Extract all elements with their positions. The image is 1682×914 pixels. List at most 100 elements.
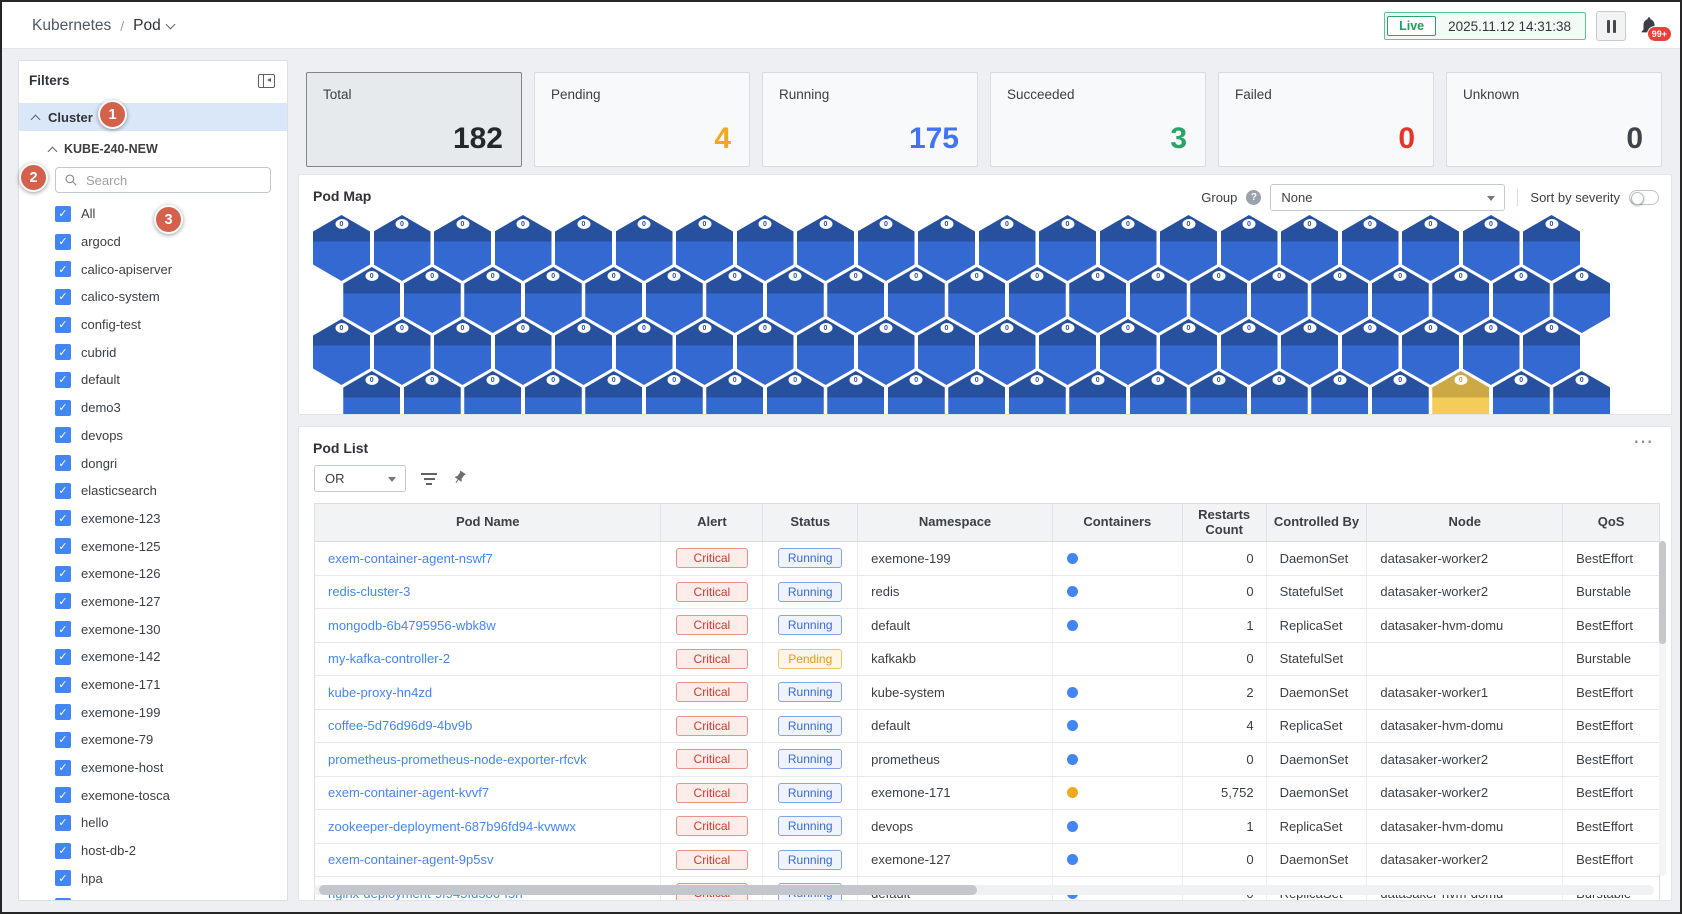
checkbox-checked-icon[interactable]: ✓ — [55, 455, 71, 472]
pod-name-link[interactable]: exem-container-agent-kvvf7 — [328, 785, 489, 800]
pod-hexagon[interactable]: 0 — [1462, 215, 1520, 281]
help-icon[interactable]: ? — [1246, 190, 1262, 205]
column-header-controlled-by[interactable]: Controlled By — [1267, 504, 1368, 541]
pod-hexagon[interactable]: 0 — [1039, 319, 1096, 385]
pod-hexagon[interactable]: 0 — [857, 319, 915, 385]
checkbox-checked-icon[interactable]: ✓ — [55, 704, 71, 721]
pod-hexagon[interactable]: 0 — [313, 319, 370, 385]
pod-hexagon[interactable]: 0 — [434, 319, 491, 385]
checkbox-checked-icon[interactable]: ✓ — [55, 371, 71, 388]
pod-hexagon[interactable]: 0 — [766, 267, 824, 333]
pod-hexagon[interactable]: 0 — [676, 215, 733, 281]
pod-hexagon[interactable]: 0 — [343, 267, 401, 333]
breadcrumb-kubernetes[interactable]: Kubernetes — [32, 17, 111, 35]
pod-hexagon[interactable]: 0 — [706, 267, 764, 333]
status-card-total[interactable]: Total 182 — [306, 72, 522, 167]
pod-hexagon[interactable]: 0 — [1099, 215, 1157, 281]
namespace-checkbox-item[interactable]: ✓ exemone-126 — [19, 560, 287, 588]
checkbox-checked-icon[interactable]: ✓ — [55, 538, 71, 555]
checkbox-checked-icon[interactable]: ✓ — [55, 676, 71, 693]
sort-by-severity-toggle[interactable] — [1629, 190, 1659, 205]
status-card-unknown[interactable]: Unknown 0 — [1446, 72, 1662, 167]
checkbox-checked-icon[interactable]: ✓ — [55, 344, 71, 361]
pod-hexagon[interactable]: 0 — [1492, 267, 1550, 333]
pod-hexagon[interactable]: 0 — [978, 319, 1036, 385]
pod-hexagon[interactable]: 0 — [676, 319, 733, 385]
pod-hexagon[interactable]: 0 — [1190, 267, 1248, 333]
pod-hexagon[interactable]: 0 — [1402, 215, 1459, 281]
vertical-scrollbar-thumb[interactable] — [1659, 541, 1666, 644]
pod-hexagon[interactable]: 0 — [1341, 215, 1399, 281]
namespace-checkbox-item[interactable]: ✓ elasticsearch — [19, 477, 287, 505]
pod-hexagon[interactable]: 0 — [1039, 215, 1096, 281]
namespace-checkbox-item[interactable]: ✓ exemone-171 — [19, 671, 287, 699]
collapse-panel-icon[interactable] — [258, 74, 275, 88]
filter-lines-icon[interactable] — [421, 472, 437, 485]
checkbox-checked-icon[interactable]: ✓ — [55, 593, 71, 610]
pod-hexagon[interactable]: 0 — [615, 319, 673, 385]
pod-hexagon[interactable]: 0 — [1402, 319, 1459, 385]
pod-hexagon[interactable]: 0 — [1553, 267, 1611, 333]
status-card-pending[interactable]: Pending 4 — [534, 72, 750, 167]
namespace-checkbox-item[interactable]: ✓ exemone-125 — [19, 532, 287, 560]
checkbox-checked-icon[interactable]: ✓ — [55, 205, 71, 222]
pod-hexagon[interactable]: 0 — [403, 267, 461, 333]
pod-hexagon[interactable]: 0 — [1371, 267, 1429, 333]
pod-name-link[interactable]: exem-container-agent-9p5sv — [328, 852, 493, 867]
pod-name-link[interactable]: redis-cluster-3 — [328, 584, 410, 599]
namespace-checkbox-item[interactable]: ✓ exemone-tosca — [19, 781, 287, 809]
more-options-icon[interactable]: ⋯ — [1633, 429, 1655, 454]
pod-hexagon[interactable]: 0 — [1250, 267, 1308, 333]
checkbox-checked-icon[interactable]: ✓ — [55, 759, 71, 776]
breadcrumb-pod-dropdown[interactable]: Pod — [133, 17, 176, 35]
namespace-checkbox-item[interactable]: ✓ argocd — [19, 228, 287, 256]
pod-hexagon[interactable]: 0 — [1160, 319, 1217, 385]
checkbox-checked-icon[interactable]: ✓ — [55, 510, 71, 527]
checkbox-checked-icon[interactable]: ✓ — [55, 814, 71, 831]
tree-item-cluster[interactable]: Cluster — [19, 103, 287, 131]
column-header-restarts-count[interactable]: Restarts Count — [1183, 504, 1267, 541]
pod-hexagon[interactable]: 0 — [555, 319, 612, 385]
namespace-checkbox-item[interactable]: ✓ config-test — [19, 311, 287, 339]
checkbox-checked-icon[interactable]: ✓ — [55, 621, 71, 638]
checkbox-checked-icon[interactable]: ✓ — [55, 316, 71, 333]
pod-hexagon[interactable]: 0 — [1069, 267, 1127, 333]
checkbox-checked-icon[interactable]: ✓ — [55, 399, 71, 416]
column-header-pod-name[interactable]: Pod Name — [315, 504, 662, 541]
checkbox-checked-icon[interactable]: ✓ — [55, 731, 71, 748]
pod-hexagon[interactable]: 0 — [645, 267, 703, 333]
namespace-checkbox-item[interactable]: ✓ hello — [19, 809, 287, 837]
horizontal-scrollbar-thumb[interactable] — [319, 885, 977, 895]
namespace-checkbox-item[interactable]: ✓ exemone-127 — [19, 588, 287, 616]
namespace-checkbox-item[interactable]: ✓ exemone-123 — [19, 505, 287, 533]
pod-hexagon[interactable]: 0 — [615, 215, 673, 281]
notifications-button[interactable]: 99+ — [1636, 11, 1672, 42]
pod-hexagon[interactable]: 0 — [464, 267, 522, 333]
pod-hexagon[interactable]: 0 — [1523, 215, 1580, 281]
namespace-checkbox-item[interactable]: ✓ exemone-142 — [19, 643, 287, 671]
namespace-checkbox-item[interactable]: ✓ All — [19, 200, 287, 228]
pod-hexagon[interactable]: 0 — [948, 267, 1006, 333]
pod-hexagon[interactable]: 0 — [1129, 267, 1187, 333]
tree-item-cluster-name[interactable]: KUBE-240-NEW — [19, 137, 287, 161]
pod-hexagon[interactable]: 0 — [373, 215, 431, 281]
pod-hexagon[interactable]: 0 — [978, 215, 1036, 281]
namespace-checkbox-item[interactable]: ✓ — [19, 892, 287, 900]
pin-icon[interactable] — [449, 467, 470, 488]
pod-hexagon[interactable]: 0 — [887, 267, 945, 333]
pod-hexagon[interactable]: 0 — [857, 215, 915, 281]
status-card-running[interactable]: Running 175 — [762, 72, 978, 167]
namespace-checkbox-item[interactable]: ✓ dongri — [19, 449, 287, 477]
pod-hexagon[interactable]: 0 — [1281, 215, 1338, 281]
checkbox-checked-icon[interactable]: ✓ — [55, 898, 71, 900]
pod-hexagon[interactable]: 0 — [918, 319, 975, 385]
pod-hexagon[interactable]: 0 — [1341, 319, 1399, 385]
checkbox-checked-icon[interactable]: ✓ — [55, 482, 71, 499]
pod-hexagon[interactable]: 0 — [1462, 319, 1520, 385]
group-select[interactable]: None — [1270, 184, 1506, 211]
checkbox-checked-icon[interactable]: ✓ — [55, 261, 71, 278]
live-time-control[interactable]: Live 2025.11.12 14:31:38 — [1384, 12, 1586, 40]
checkbox-checked-icon[interactable]: ✓ — [55, 787, 71, 804]
namespace-checkbox-item[interactable]: ✓ exemone-130 — [19, 615, 287, 643]
status-card-succeeded[interactable]: Succeeded 3 — [990, 72, 1206, 167]
